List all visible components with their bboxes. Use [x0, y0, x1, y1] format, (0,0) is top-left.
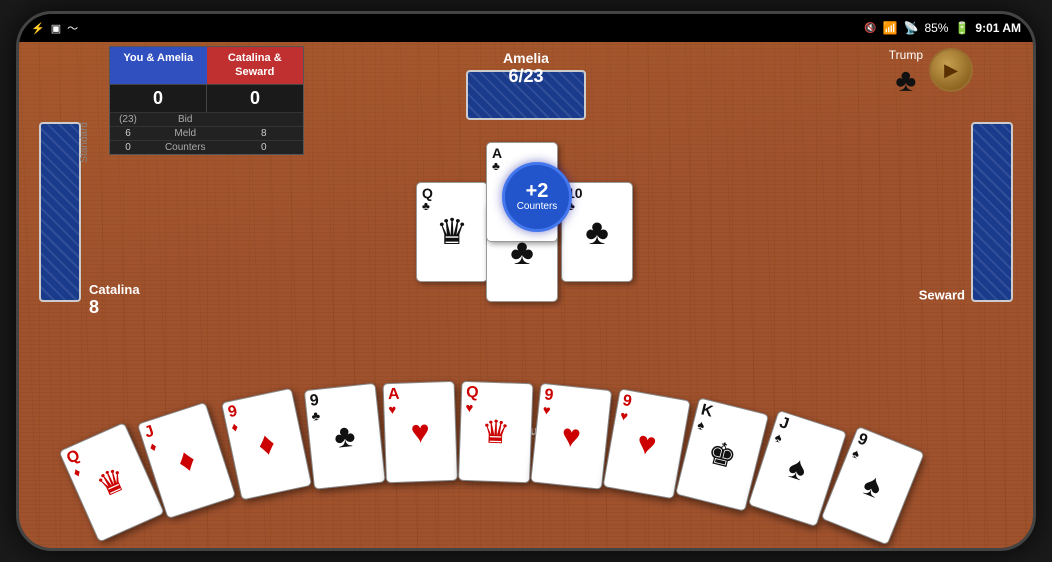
- catalina-card-stack: [39, 122, 81, 302]
- battery-percent: 85%: [924, 21, 948, 35]
- sim-icon: ▣: [51, 22, 61, 35]
- center-play-area: Q ♣ ♛ A ♣ ♣ 9 ♣ ♣ 10 ♣ ♣: [386, 142, 666, 342]
- center-sym: ♦: [173, 440, 200, 480]
- trump-suit-symbol: ♣: [889, 62, 923, 99]
- counters1-val: 0: [110, 141, 146, 154]
- center-sym: ♦: [255, 424, 279, 464]
- wifi-icon: 〜: [67, 20, 78, 36]
- suit: ♥: [619, 409, 629, 423]
- player-hand: Q ♦ ♛ J ♦ ♦ 9 ♦ ♦ 9 ♣ ♣: [96, 398, 956, 538]
- hand-card-6[interactable]: Q ♥ ♛: [458, 381, 533, 483]
- hand-card-7[interactable]: 9 ♥ ♥: [530, 383, 612, 490]
- trump-label: Trump: [889, 48, 923, 62]
- standard-label: Standard: [79, 122, 90, 163]
- bid-row: (23) Bid: [110, 112, 303, 126]
- team1-header: You & Amelia: [110, 47, 207, 84]
- played-card-queen-clubs[interactable]: Q ♣ ♛: [416, 182, 488, 282]
- suit: ♥: [542, 403, 551, 417]
- catalina-name: Catalina: [89, 282, 140, 297]
- trump-button-icon: ▶: [944, 60, 958, 81]
- amelia-info: Amelia 6/23: [503, 50, 549, 87]
- status-right: 🔇 📶 📡 85% 🔋 9:01 AM: [864, 21, 1021, 35]
- amelia-name: Amelia: [503, 50, 549, 66]
- amelia-score: 6/23: [503, 66, 549, 87]
- center-sym: ♛: [91, 459, 133, 505]
- center-sym: ♥: [560, 417, 583, 456]
- status-bar: ⚡ ▣ 〜 🔇 📶 📡 85% 🔋 9:01 AM: [19, 14, 1033, 42]
- mute-icon: 🔇: [864, 23, 876, 34]
- catalina-label: Catalina 8: [89, 282, 140, 318]
- trump-button[interactable]: ▶: [929, 48, 973, 92]
- counters-bubble-label: Counters: [517, 201, 558, 213]
- suit: ♠: [850, 446, 861, 461]
- card-suit: ♣: [492, 160, 500, 172]
- bid-label: Bid: [146, 113, 225, 126]
- trump-area: Trump ♣: [889, 48, 923, 99]
- suit: ♦: [71, 465, 82, 480]
- suit: ♣: [311, 409, 321, 423]
- counters-bubble: +2 Counters: [502, 162, 572, 232]
- score-panel-header: You & Amelia Catalina & Seward: [110, 47, 303, 84]
- score-row: 0 0: [110, 84, 303, 112]
- card-center-suit: ♣: [585, 211, 609, 253]
- center-sym: ♣: [332, 417, 357, 456]
- suit: ♦: [230, 420, 239, 434]
- seward-card-stack: [971, 122, 1013, 302]
- card-suit: ♣: [422, 200, 430, 212]
- device-frame: ⚡ ▣ 〜 🔇 📶 📡 85% 🔋 9:01 AM Standard You &…: [16, 11, 1036, 551]
- center-sym: ♠: [858, 465, 888, 506]
- meld-row: 6 Meld 8: [110, 126, 303, 140]
- meld-label: Meld: [146, 127, 225, 140]
- card-rank: A: [492, 146, 502, 160]
- meld1-val: 6: [110, 127, 146, 140]
- rank: A: [388, 387, 400, 403]
- meld2-val: 8: [225, 127, 304, 140]
- hand-card-4[interactable]: 9 ♣ ♣: [304, 383, 386, 490]
- center-sym: ♥: [634, 424, 659, 464]
- hand-card-5[interactable]: A ♥ ♥: [383, 381, 458, 483]
- team2-header: Catalina & Seward: [207, 47, 304, 84]
- center-sym: ♚: [704, 433, 741, 477]
- hand-card-3[interactable]: 9 ♦ ♦: [221, 388, 312, 501]
- bid-value: [225, 113, 304, 126]
- counters-row: 0 Counters 0: [110, 140, 303, 154]
- game-area: Standard You & Amelia Catalina & Seward …: [19, 42, 1033, 548]
- suit: ♥: [465, 401, 473, 414]
- center-sym: ♠: [784, 448, 812, 488]
- signal-icon: 📡: [903, 21, 918, 35]
- suit: ♥: [388, 403, 396, 416]
- counters-value: +2: [526, 181, 549, 201]
- catalina-score: 8: [89, 297, 140, 318]
- counters-label: Counters: [146, 141, 225, 154]
- center-sym: ♛: [481, 413, 511, 452]
- score-panel: You & Amelia Catalina & Seward 0 0 (23) …: [109, 46, 304, 155]
- card-face-symbol: ♛: [436, 211, 468, 253]
- team2-score: 0: [207, 85, 303, 112]
- card-rank: Q: [422, 186, 433, 200]
- center-sym: ♥: [410, 413, 430, 451]
- bid-total: (23): [110, 113, 146, 126]
- team1-score: 0: [110, 85, 207, 112]
- wifi-signal-icon: 📶: [883, 21, 898, 35]
- usb-icon: ⚡: [31, 22, 45, 35]
- status-left: ⚡ ▣ 〜: [31, 20, 78, 36]
- suit: ♦: [148, 439, 158, 453]
- counters2-val: 0: [225, 141, 304, 154]
- clock: 9:01 AM: [975, 21, 1021, 35]
- seward-label: Seward: [919, 288, 965, 303]
- suit: ♠: [696, 418, 706, 432]
- suit: ♠: [773, 430, 784, 444]
- rank: Q: [466, 385, 479, 401]
- battery-icon: 🔋: [954, 21, 969, 35]
